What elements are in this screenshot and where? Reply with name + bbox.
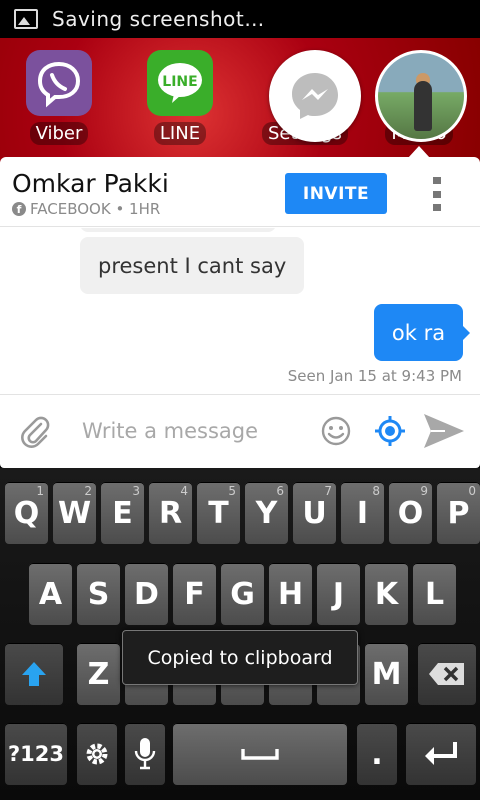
key-hint: 2 xyxy=(84,484,92,498)
key-t[interactable]: T5 xyxy=(197,482,240,544)
key-p[interactable]: P0 xyxy=(437,482,480,544)
messenger-chathead[interactable] xyxy=(269,50,361,142)
svg-text:LINE: LINE xyxy=(162,74,197,90)
send-icon[interactable] xyxy=(421,411,467,451)
message-input[interactable] xyxy=(70,409,310,453)
shift-icon xyxy=(22,662,46,686)
key-label: O xyxy=(397,495,424,531)
invite-button[interactable]: INVITE xyxy=(285,173,387,214)
key-u[interactable]: U7 xyxy=(293,482,336,544)
key-j[interactable]: J xyxy=(317,563,360,625)
key-q[interactable]: Q1 xyxy=(5,482,48,544)
app-label: Viber xyxy=(29,122,89,145)
status-text: Saving screenshot… xyxy=(52,7,265,31)
message-composer xyxy=(0,394,480,468)
messenger-icon xyxy=(292,73,338,119)
settings-icon xyxy=(86,743,108,765)
key-i[interactable]: I8 xyxy=(341,482,384,544)
home-app-viber[interactable]: Viber xyxy=(24,50,94,145)
key-label: T xyxy=(208,495,229,531)
settings-key[interactable] xyxy=(77,723,117,785)
period-key[interactable]: . xyxy=(357,723,397,785)
enter-key[interactable] xyxy=(406,723,476,785)
key-m[interactable]: M xyxy=(365,643,408,705)
key-y[interactable]: Y6 xyxy=(245,482,288,544)
key-hint: 3 xyxy=(132,484,140,498)
enter-icon xyxy=(425,742,457,765)
key-label: P xyxy=(447,495,470,531)
key-a[interactable]: A xyxy=(29,563,72,625)
contact-name: Omkar Pakki xyxy=(12,169,169,198)
backspace-icon xyxy=(429,663,464,685)
contact-meta: f FACEBOOK • 1HR xyxy=(12,200,160,218)
key-hint: 4 xyxy=(180,484,188,498)
message-list[interactable]: present I cant say ok ra Seen Jan 15 at … xyxy=(0,228,480,394)
line-icon: LINE xyxy=(147,50,213,116)
facebook-icon: f xyxy=(12,202,26,216)
key-z[interactable]: Z xyxy=(77,643,120,705)
key-label: I xyxy=(356,495,369,531)
key-hint: 9 xyxy=(420,484,428,498)
key-e[interactable]: E3 xyxy=(101,482,144,544)
bubble-tail xyxy=(463,326,470,340)
key-f[interactable]: F xyxy=(173,563,216,625)
avatar-photo-person xyxy=(414,81,432,131)
attachment-icon[interactable] xyxy=(19,415,53,449)
mic-icon xyxy=(134,738,156,770)
key-label: W xyxy=(57,495,92,531)
toast-notification: Copied to clipboard xyxy=(122,630,358,685)
key-d[interactable]: D xyxy=(125,563,168,625)
key-g[interactable]: G xyxy=(221,563,264,625)
seen-receipt: Seen Jan 15 at 9:43 PM xyxy=(287,367,462,385)
key-hint: 6 xyxy=(276,484,284,498)
contact-meta-text: FACEBOOK • 1HR xyxy=(30,200,161,218)
chat-panel: Omkar Pakki f FACEBOOK • 1HR INVITE pres… xyxy=(0,157,480,468)
shift-key[interactable] xyxy=(5,643,63,705)
contact-avatar-chathead[interactable] xyxy=(375,50,467,142)
symbols-key[interactable]: ?123 xyxy=(5,723,67,785)
key-hint: 7 xyxy=(324,484,332,498)
viber-icon xyxy=(26,50,92,116)
home-app-line[interactable]: LINE LINE xyxy=(145,50,215,145)
key-hint: 5 xyxy=(228,484,236,498)
voice-input-key[interactable] xyxy=(125,723,165,785)
key-o[interactable]: O9 xyxy=(389,482,432,544)
key-r[interactable]: R4 xyxy=(149,482,192,544)
message-bubble-previous xyxy=(80,228,276,232)
key-hint: 1 xyxy=(36,484,44,498)
screenshot-image-icon xyxy=(14,9,38,29)
space-key[interactable] xyxy=(173,723,347,785)
key-hint: 8 xyxy=(372,484,380,498)
key-h[interactable]: H xyxy=(269,563,312,625)
location-icon[interactable] xyxy=(374,415,406,447)
message-bubble-incoming[interactable]: present I cant say xyxy=(80,237,305,294)
key-label: Y xyxy=(255,495,278,531)
key-label: E xyxy=(112,495,133,531)
more-options-icon[interactable] xyxy=(432,177,442,211)
key-label: R xyxy=(158,495,183,531)
chat-header: Omkar Pakki f FACEBOOK • 1HR INVITE xyxy=(0,157,480,227)
key-k[interactable]: K xyxy=(365,563,408,625)
space-icon xyxy=(241,749,279,760)
app-label: LINE xyxy=(153,122,207,145)
key-hint: 0 xyxy=(468,484,476,498)
emoji-icon[interactable] xyxy=(320,415,352,447)
key-w[interactable]: W2 xyxy=(53,482,96,544)
key-l[interactable]: L xyxy=(413,563,456,625)
key-label: Q xyxy=(13,495,40,531)
key-label: U xyxy=(302,495,327,531)
key-s[interactable]: S xyxy=(77,563,120,625)
status-bar: Saving screenshot… xyxy=(0,0,480,38)
message-bubble-outgoing[interactable]: ok ra xyxy=(374,304,463,361)
backspace-key[interactable] xyxy=(418,643,476,705)
